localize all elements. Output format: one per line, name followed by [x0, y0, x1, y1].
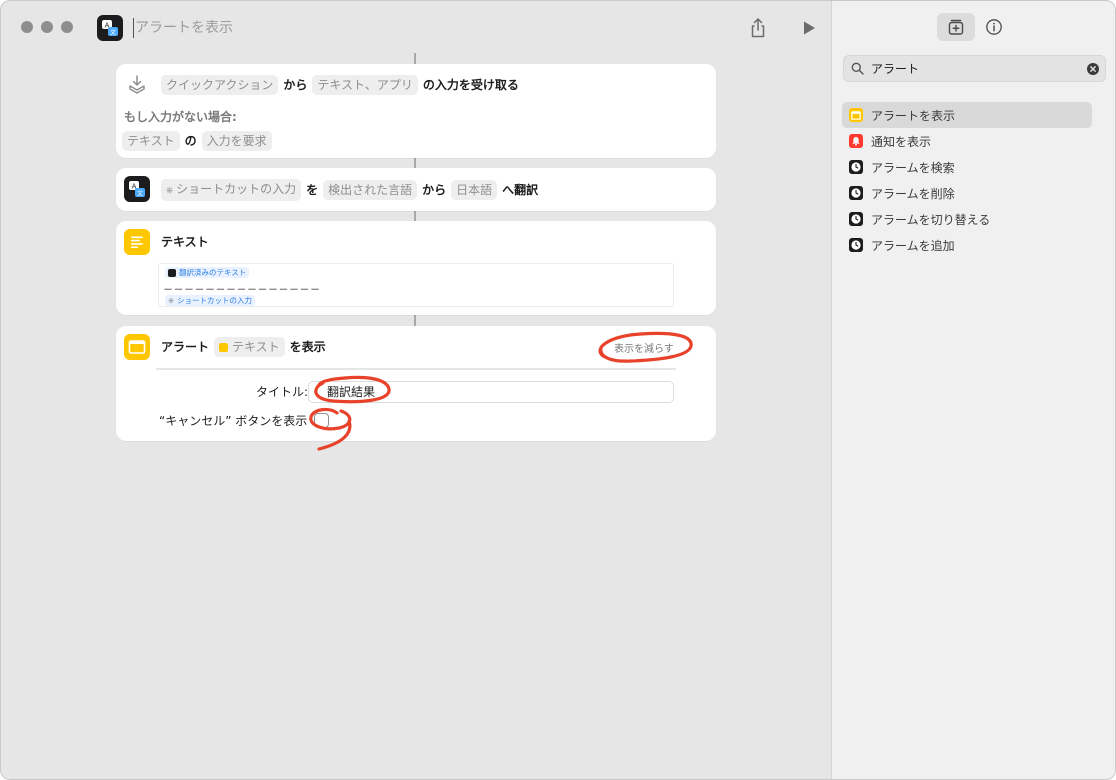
shortcut-input-icon: ⎈ — [168, 296, 174, 305]
translated-text-variable[interactable]: 翻訳済みのテキスト — [165, 267, 250, 278]
result-label: 通知を表示 — [871, 134, 932, 149]
receive-input-action[interactable]: クイックアクション から テキスト、アプリ の入力を受け取る もし入力がない場合… — [116, 64, 716, 158]
run-button[interactable] — [801, 20, 817, 36]
result-show-alert[interactable]: アラートを表示 — [842, 102, 1092, 128]
alert-window-icon — [849, 108, 863, 122]
text-content-field[interactable]: 翻訳済みのテキスト －－－－－－－－－－－－－－－ ⎈ ショートカットの入力 — [158, 263, 674, 307]
target-language-token[interactable]: 日本語 — [451, 180, 498, 200]
text-mini-icon — [219, 343, 229, 352]
alert-text: を表示 — [289, 340, 326, 354]
editor-area: A 文 アラートを表示 クイックアクション から テキスト、アプリ の入力を受け… — [1, 1, 831, 779]
receive-text: から — [283, 78, 308, 92]
translated-text-label: 翻訳済みのテキスト — [179, 268, 247, 277]
alert-text: アラート — [161, 340, 210, 354]
add-action-icon — [948, 19, 964, 35]
options-divider — [156, 368, 676, 370]
fallback-action-token[interactable]: 入力を要求 — [201, 131, 272, 151]
action-search-field[interactable]: アラート — [843, 55, 1106, 82]
translate-text: へ翻訳 — [502, 183, 539, 197]
translate-action[interactable]: A 文 ⎈ ショートカットの入力 を 検出された言語 から 日本語 へ翻訳 — [116, 168, 716, 211]
fallback-type-token[interactable]: テキスト — [122, 131, 180, 151]
result-show-notification[interactable]: 通知を表示 — [842, 128, 1092, 154]
svg-text:文: 文 — [137, 189, 143, 197]
shortcut-input-variable[interactable]: ⎈ ショートカットの入力 — [165, 295, 255, 306]
translate-mini-icon — [168, 268, 176, 277]
show-cancel-checkbox[interactable] — [314, 413, 329, 428]
text-action-title: テキスト — [161, 235, 209, 249]
result-delete-alarm[interactable]: アラームを削除 — [842, 180, 1092, 206]
result-label: アラートを表示 — [871, 108, 956, 123]
input-types-token[interactable]: テキスト、アプリ — [312, 75, 418, 95]
receive-text: の — [184, 134, 197, 148]
alarm-clock-icon — [849, 212, 863, 226]
text-caret — [133, 18, 134, 38]
text-action[interactable]: テキスト 翻訳済みのテキスト －－－－－－－－－－－－－－－ ⎈ ショートカット… — [116, 221, 716, 315]
zoom-window-button[interactable] — [61, 21, 73, 33]
alarm-clock-icon — [849, 238, 863, 252]
separator-text: －－－－－－－－－－－－－－－ — [163, 285, 321, 296]
clear-search-icon[interactable] — [1087, 63, 1099, 75]
alert-title-label: タイトル: — [256, 385, 309, 399]
svg-text:文: 文 — [110, 28, 116, 36]
flow-connector — [414, 314, 416, 326]
share-button[interactable] — [748, 17, 768, 39]
result-label: アラームを追加 — [871, 238, 955, 253]
translate-text: から — [422, 183, 447, 197]
shortcut-input-variable[interactable]: ⎈ ショートカットの入力 — [161, 179, 302, 201]
search-icon — [851, 62, 864, 75]
shortcut-input-label: ショートカットの入力 — [176, 182, 297, 196]
alert-text-variable[interactable]: テキスト — [214, 337, 285, 357]
show-less-button[interactable]: 表示を減らす — [614, 340, 674, 355]
shortcut-input-label: ショートカットの入力 — [177, 296, 252, 305]
source-language-token[interactable]: 検出された言語 — [323, 180, 418, 200]
play-icon — [804, 21, 815, 35]
close-window-button[interactable] — [21, 21, 33, 33]
info-icon — [986, 19, 1002, 35]
alert-text-variable-label: テキスト — [232, 340, 280, 354]
translate-text: を — [306, 183, 319, 197]
search-results-list: アラートを表示 通知を表示 アラームを検索 アラームを削除 アラームを切り替える… — [842, 102, 1092, 258]
text-lines-icon — [124, 229, 150, 255]
search-input-value: アラート — [871, 62, 920, 76]
receive-text: の入力を受け取る — [422, 78, 519, 92]
result-toggle-alarm[interactable]: アラームを切り替える — [842, 206, 1092, 232]
bell-icon — [849, 134, 863, 148]
shortcut-title-field[interactable]: アラートを表示 — [135, 18, 233, 38]
share-icon — [751, 18, 765, 38]
action-library-tab[interactable] — [937, 13, 975, 41]
result-find-alarms[interactable]: アラームを検索 — [842, 154, 1092, 180]
action-library-sidebar: アラート アラートを表示 通知を表示 アラームを検索 アラームを削除 アラームを… — [831, 1, 1115, 779]
translate-icon: A 文 — [124, 176, 150, 202]
shortcut-translate-icon[interactable]: A 文 — [97, 15, 123, 41]
result-add-alarm[interactable]: アラームを追加 — [842, 232, 1092, 258]
result-label: アラームを検索 — [871, 160, 955, 175]
shortcuts-window: A 文 アラートを表示 クイックアクション から テキスト、アプリ の入力を受け… — [0, 0, 1116, 780]
alert-title-field[interactable]: 翻訳結果 — [308, 381, 674, 403]
window-controls — [21, 21, 73, 33]
shortcut-details-tab[interactable] — [975, 13, 1013, 41]
alarm-clock-icon — [849, 186, 863, 200]
alarm-clock-icon — [849, 160, 863, 174]
show-alert-action[interactable]: アラート テキスト を表示 表示を減らす タイトル: 翻訳結果 “キャンセル” … — [116, 326, 716, 441]
alert-window-icon — [124, 334, 150, 360]
result-label: アラームを切り替える — [871, 212, 991, 227]
shortcut-input-icon: ⎈ — [166, 186, 177, 196]
result-label: アラームを削除 — [871, 186, 955, 201]
input-source-token[interactable]: クイックアクション — [161, 75, 279, 95]
minimize-window-button[interactable] — [41, 21, 53, 33]
if-no-input-label: もし入力がない場合: — [124, 110, 237, 124]
show-cancel-label: “キャンセル” ボタンを表示 — [159, 414, 308, 428]
receive-input-icon — [124, 72, 150, 98]
